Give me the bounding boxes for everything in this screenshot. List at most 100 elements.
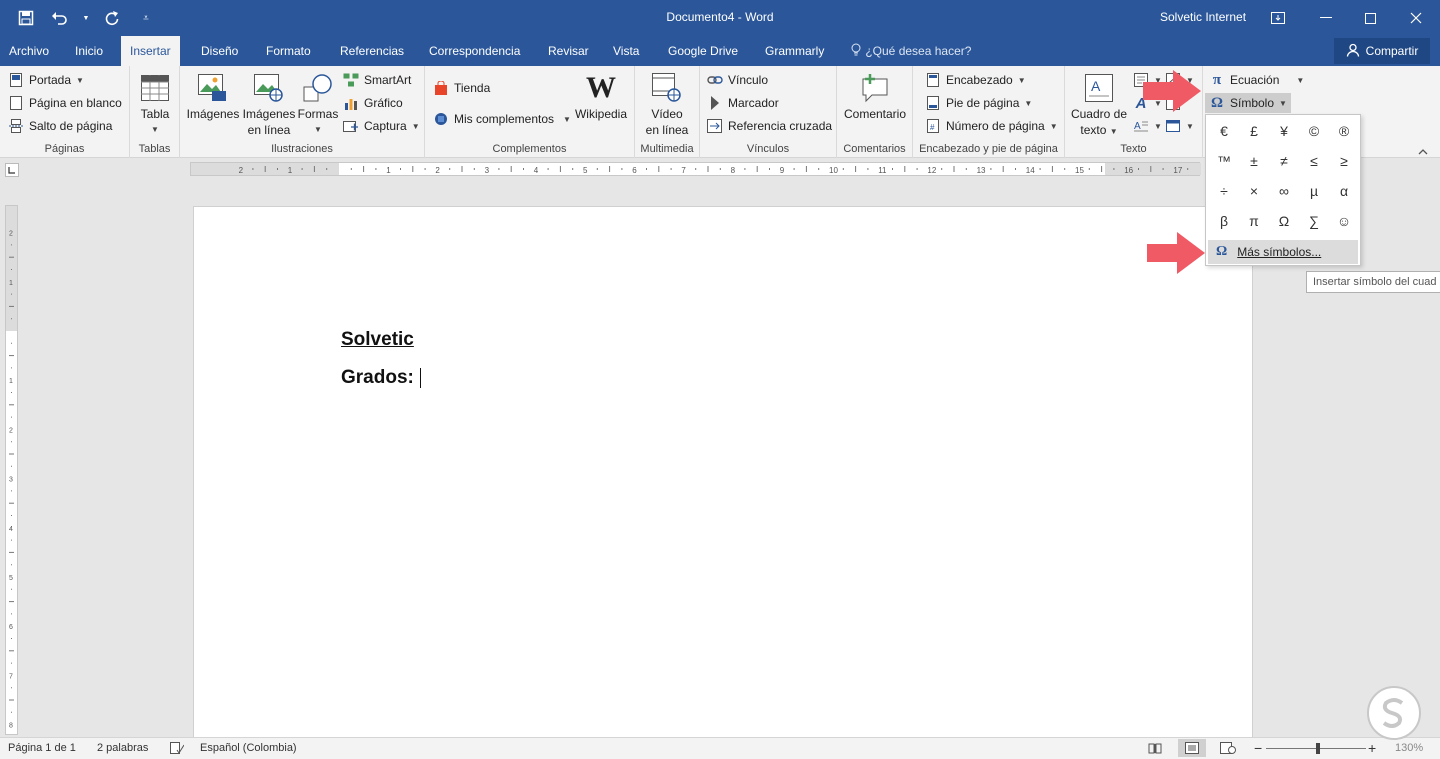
symbol-division[interactable]: ÷ [1210, 177, 1238, 205]
document-line-grados[interactable]: Grados: [341, 367, 421, 389]
tab-vista[interactable]: Vista [604, 36, 648, 66]
tab-grammarly[interactable]: Grammarly [756, 36, 833, 66]
object-button[interactable]: ▼ [1165, 116, 1194, 136]
word-count[interactable]: 2 palabras [97, 742, 148, 754]
formas-label: Formas [297, 107, 339, 121]
drop-cap-button[interactable]: A ▼ [1133, 116, 1162, 136]
more-symbols-label: Más símbolos... [1237, 245, 1322, 259]
tab-google-drive[interactable]: Google Drive [659, 36, 747, 66]
web-layout-icon[interactable] [1220, 742, 1236, 757]
close-icon[interactable] [1392, 0, 1440, 36]
encabezado-button[interactable]: Encabezado ▼ [925, 70, 1026, 90]
imagenes-button[interactable]: Imágenes [184, 72, 242, 122]
grafico-button[interactable]: Gráfico [343, 93, 403, 113]
zoom-out-button[interactable]: − [1254, 740, 1262, 756]
simbolo-button[interactable]: Ω Símbolo ▼ [1205, 93, 1291, 113]
pie-de-pagina-button[interactable]: Pie de página ▼ [925, 93, 1032, 113]
zoom-slider-thumb[interactable] [1316, 743, 1320, 754]
page-count[interactable]: Página 1 de 1 [8, 742, 76, 754]
page-break-button[interactable]: Salto de página [8, 116, 112, 136]
tab-revisar[interactable]: Revisar [539, 36, 598, 66]
shapes-icon [302, 72, 334, 104]
symbol-not-equal[interactable]: ≠ [1270, 147, 1298, 175]
tab-insertar[interactable]: Insertar [121, 36, 180, 66]
text-cursor [419, 367, 421, 388]
symbol-euro[interactable]: € [1210, 117, 1238, 145]
group-label-multimedia: Multimedia [640, 143, 694, 155]
symbol-copyright[interactable]: © [1300, 117, 1328, 145]
svg-text:11: 11 [878, 166, 887, 175]
comentario-button[interactable]: Comentario [841, 72, 909, 122]
document-line-solvetic[interactable]: Solvetic [341, 329, 414, 351]
tab-formato[interactable]: Formato [257, 36, 320, 66]
share-button[interactable]: Compartir [1334, 38, 1430, 64]
proofing-icon[interactable] [170, 742, 185, 757]
formas-button[interactable]: Formas ▼ [296, 72, 340, 138]
tab-correspondencia[interactable]: Correspondencia [420, 36, 529, 66]
symbol-infinity[interactable]: ∞ [1270, 177, 1298, 205]
referencia-cruzada-button[interactable]: Referencia cruzada [707, 116, 832, 136]
tab-archivo[interactable]: Archivo [0, 36, 58, 66]
account-name[interactable]: Solvetic Internet [1160, 10, 1246, 24]
vinculo-button[interactable]: Vínculo [707, 70, 768, 90]
minimize-icon[interactable] [1302, 0, 1350, 36]
svg-text:7: 7 [9, 673, 13, 680]
symbol-smiley[interactable]: ☺ [1330, 207, 1358, 235]
group-comentarios: Comentario Comentarios [837, 66, 913, 158]
symbol-pi[interactable]: π [1240, 207, 1268, 235]
drop-cap-icon: A [1133, 118, 1149, 134]
symbol-alpha[interactable]: α [1330, 177, 1358, 205]
omega-icon: Ω [1216, 244, 1228, 259]
tell-me-search[interactable]: ¿Qué desea hacer? [850, 36, 971, 66]
symbol-pound[interactable]: £ [1240, 117, 1268, 145]
mis-complementos-button[interactable]: Mis complementos ▼ [433, 109, 571, 129]
ecuacion-button[interactable]: π Ecuación ▼ [1209, 70, 1304, 90]
tab-inicio[interactable]: Inicio [66, 36, 112, 66]
tab-referencias[interactable]: Referencias [331, 36, 413, 66]
collapse-ribbon-icon[interactable] [1418, 144, 1430, 155]
symbol-yen[interactable]: ¥ [1270, 117, 1298, 145]
read-mode-icon[interactable] [1148, 742, 1162, 757]
cuadro-de-texto-button[interactable]: A Cuadro de texto ▼ [1067, 72, 1131, 140]
svg-text:#: # [930, 123, 935, 132]
more-symbols-button[interactable]: Ω Más símbolos... [1208, 240, 1358, 264]
video-en-linea-button[interactable]: Vídeo en línea [641, 72, 693, 138]
object-icon [1165, 118, 1181, 134]
smartart-button[interactable]: SmartArt [343, 70, 411, 90]
symbol-sum[interactable]: ∑ [1300, 207, 1328, 235]
document-page[interactable]: Solvetic Grados: [193, 206, 1253, 738]
print-layout-icon[interactable] [1178, 739, 1206, 757]
blank-page-button[interactable]: Página en blanco [8, 93, 122, 113]
svg-text:2: 2 [435, 166, 440, 175]
tabla-button[interactable]: Tabla ▼ [136, 72, 174, 138]
vertical-ruler[interactable]: 2 1 1 2 3 4 5 6 7 8 [5, 205, 18, 735]
maximize-icon[interactable] [1346, 0, 1394, 36]
numero-de-pagina-button[interactable]: # Número de página ▼ [925, 116, 1058, 136]
group-label-paginas: Páginas [44, 143, 85, 155]
imagenes-en-linea-button[interactable]: Imágenes en línea [241, 72, 297, 138]
wikipedia-button[interactable]: W Wikipedia [571, 72, 631, 122]
ribbon-display-options-icon[interactable] [1254, 0, 1302, 36]
captura-button[interactable]: Captura ▼ [343, 116, 420, 136]
symbol-less-equal[interactable]: ≤ [1300, 147, 1328, 175]
symbol-registered[interactable]: ® [1330, 117, 1358, 145]
symbol-plus-minus[interactable]: ± [1240, 147, 1268, 175]
symbol-trademark[interactable]: ™ [1210, 147, 1238, 175]
svg-text:4: 4 [9, 526, 13, 533]
marcador-button[interactable]: Marcador [707, 93, 779, 113]
tab-diseno[interactable]: Diseño [192, 36, 247, 66]
language[interactable]: Español (Colombia) [200, 742, 297, 754]
group-tablas: Tabla ▼ Tablas [130, 66, 180, 158]
symbol-beta[interactable]: β [1210, 207, 1238, 235]
symbol-greater-equal[interactable]: ≥ [1330, 147, 1358, 175]
group-label-tablas: Tablas [138, 143, 171, 155]
portada-button[interactable]: Portada ▼ [8, 70, 84, 90]
symbol-omega[interactable]: Ω [1270, 207, 1298, 235]
symbol-multiply[interactable]: × [1240, 177, 1268, 205]
horizontal-ruler[interactable]: 2 1 1 2 3 4 5 6 7 8 9 10 11 12 13 14 15 16 17 [190, 162, 1201, 176]
group-paginas: Portada ▼ Página en blanco Salto de págin… [0, 66, 130, 158]
group-label-encabezado: Encabezado y pie de página [919, 143, 1058, 155]
symbol-micro[interactable]: µ [1300, 177, 1328, 205]
tab-selector[interactable] [5, 163, 19, 177]
tienda-button[interactable]: Tienda [433, 78, 490, 98]
